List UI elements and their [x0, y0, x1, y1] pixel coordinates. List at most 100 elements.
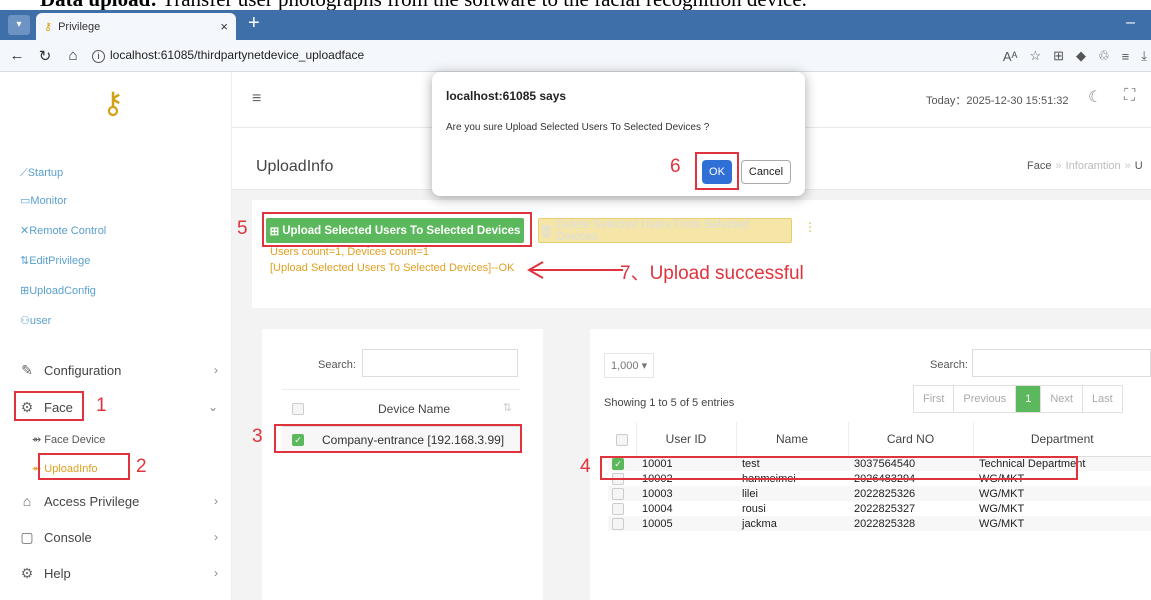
dark-mode-icon[interactable]: ☾: [1088, 87, 1102, 107]
annotation-box-uploadinfo: [38, 453, 130, 480]
read-aloud-icon[interactable]: Aᴬ: [1003, 49, 1018, 64]
device-select-all-checkbox[interactable]: [292, 403, 304, 415]
breadcrumb-face[interactable]: Face: [1027, 160, 1051, 172]
dialog-message: Are you sure Upload Selected Users To Se…: [446, 122, 710, 133]
sync-icon[interactable]: ♲: [1098, 48, 1110, 64]
home-outline-icon: ⌂: [22, 493, 32, 509]
device-search-input[interactable]: [362, 349, 518, 377]
page-title: UploadInfo: [256, 158, 334, 175]
back-icon[interactable]: ←: [6, 47, 28, 64]
menu-console[interactable]: ▢ Console ›: [18, 524, 218, 550]
device-panel: Search: Device Name ⇅ ✓ Company-entrance…: [262, 329, 543, 600]
favorites-list-icon[interactable]: ≡: [1122, 49, 1130, 64]
user-card: 2022825327: [854, 502, 916, 515]
user-name: rousi: [742, 502, 766, 515]
browser-tab-bar: ▾ ⚷ Privilege × + –: [0, 10, 1151, 40]
annotation-box-upload-button: [262, 212, 532, 247]
user-search-input[interactable]: [972, 349, 1151, 377]
pager-page-1[interactable]: 1: [1016, 386, 1042, 412]
window-minimize-icon[interactable]: –: [1126, 14, 1135, 32]
extension-icon[interactable]: ⊞: [1053, 48, 1064, 64]
sidebar-item-startup[interactable]: ⟋Startup: [20, 167, 63, 180]
pencil-icon: ✎: [21, 361, 33, 378]
col-user-id[interactable]: User ID: [636, 422, 737, 457]
tab-actions-menu-icon[interactable]: ▾: [8, 15, 30, 35]
caption-bold: Data upload:: [40, 0, 157, 10]
fullscreen-icon[interactable]: ⛶: [1124, 87, 1135, 105]
confirm-dialog: localhost:61085 says Are you sure Upload…: [432, 72, 805, 196]
pager-first[interactable]: First: [914, 386, 955, 412]
downloads-icon[interactable]: ⤓: [1141, 48, 1147, 64]
user-search-label: Search:: [930, 359, 968, 371]
table-row[interactable]: 10005 jackma 2022825328 WG/MKT: [608, 516, 1151, 531]
submenu-face-device[interactable]: ⇴ Face Device: [32, 433, 105, 446]
annotation-box-user-row: [600, 456, 1078, 480]
annotation-arrow-icon: [526, 261, 623, 279]
favorite-star-icon[interactable]: ☆: [1029, 48, 1041, 64]
sidebar-item-remote-control[interactable]: ✕Remote Control: [20, 224, 106, 237]
sidebar-item-user[interactable]: ⚇user: [20, 314, 51, 327]
col-department[interactable]: Department: [973, 422, 1151, 457]
url-field[interactable]: i localhost:61085/thirdpartynetdevice_upl…: [92, 48, 364, 63]
chevron-right-icon: ›: [214, 530, 218, 544]
pagination: First Previous 1 Next Last: [913, 385, 1123, 413]
sidebar-item-monitor[interactable]: ▭Monitor: [20, 194, 67, 207]
menu-configuration[interactable]: ✎ Configuration ›: [18, 357, 218, 383]
annotation-box-device: [274, 424, 522, 453]
pager-last[interactable]: Last: [1083, 386, 1122, 412]
home-icon[interactable]: ⌂: [62, 47, 84, 64]
document-caption: Data upload: Transfer user photographs f…: [0, 0, 1151, 10]
table-row[interactable]: 10003 lilei 2022825326 WG/MKT: [608, 486, 1151, 501]
menu-help[interactable]: ⚙ Help ›: [18, 560, 218, 586]
breadcrumb: Face» Inforamtion» U: [1027, 160, 1143, 172]
chevron-right-icon: ›: [214, 566, 218, 580]
user-row-checkbox[interactable]: [612, 502, 624, 515]
address-bar: ← ↻ ⌂ i localhost:61085/thirdpartynetdevi…: [0, 40, 1151, 72]
more-options-icon[interactable]: ⋮: [804, 220, 816, 234]
user-dept: WG/MKT: [973, 516, 1151, 531]
user-row-checkbox[interactable]: [612, 487, 624, 500]
annotation-box-face: [14, 391, 84, 421]
refresh-icon[interactable]: ↻: [34, 47, 56, 65]
new-tab-button[interactable]: +: [248, 12, 260, 35]
log-line: [Upload Selected Users To Selected Devic…: [270, 262, 515, 274]
sort-icon[interactable]: ⇅: [503, 401, 512, 414]
breadcrumb-current: U: [1134, 160, 1143, 172]
tab-title: Privilege: [58, 20, 101, 33]
ok-button[interactable]: OK: [702, 160, 732, 184]
annotation-step-5: 5: [237, 218, 248, 239]
device-name-header[interactable]: Device Name: [378, 402, 450, 416]
device-table-header: Device Name ⇅: [282, 389, 520, 427]
user-id: 10004: [642, 502, 673, 515]
users-table-header: User ID Name Card NO Department: [608, 422, 1151, 457]
annotation-step-6: 6: [670, 156, 681, 177]
console-icon: ▢: [20, 528, 34, 545]
annotation-step-3: 3: [252, 426, 263, 447]
tab-close-icon[interactable]: ×: [220, 19, 228, 34]
user-dept: WG/MKT: [979, 502, 1025, 515]
page-size-select[interactable]: 1,000 ▾: [604, 353, 655, 378]
user-row-checkbox[interactable]: [612, 517, 624, 530]
help-gear-icon: ⚙: [20, 564, 34, 581]
col-card-no[interactable]: Card NO: [848, 422, 974, 457]
extension-leaf-icon[interactable]: ◆: [1076, 48, 1086, 64]
user-id: 10005: [636, 516, 736, 531]
user-select-all-checkbox[interactable]: [615, 433, 628, 446]
sidebar-item-uploadconfig[interactable]: ⊞UploadConfig: [20, 284, 96, 297]
browser-tab[interactable]: ⚷ Privilege ×: [36, 13, 236, 40]
breadcrumb-information[interactable]: Inforamtion: [1066, 160, 1121, 172]
menu-toggle-icon[interactable]: ≡: [252, 90, 261, 108]
device-search-label: Search:: [318, 359, 356, 371]
sidebar-item-editprivilege[interactable]: ⇅EditPrivilege: [20, 254, 90, 267]
col-name[interactable]: Name: [736, 422, 849, 457]
pager-previous[interactable]: Previous: [954, 386, 1017, 412]
site-info-icon[interactable]: i: [92, 50, 105, 63]
delete-selected-button[interactable]: 🗑 Delete Selected Users From Selected Dev…: [538, 218, 792, 243]
menu-access-privilege[interactable]: ⌂ Access Privilege ›: [18, 488, 218, 514]
cancel-button[interactable]: Cancel: [741, 160, 791, 184]
user-dept: WG/MKT: [973, 486, 1151, 501]
pager-next[interactable]: Next: [1041, 386, 1083, 412]
chevron-right-icon: ›: [214, 494, 218, 508]
table-row[interactable]: 10004 rousi 2022825327 WG/MKT: [608, 501, 1151, 516]
user-name: jackma: [736, 516, 848, 531]
